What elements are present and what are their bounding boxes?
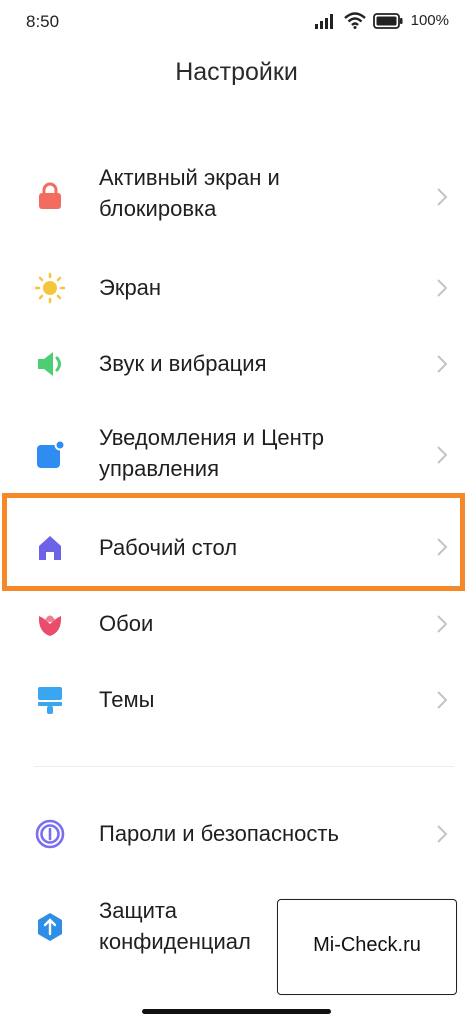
settings-item-notifications[interactable]: Уведомления и Центр управления [0,422,473,492]
settings-item-display[interactable]: Экран [0,270,473,306]
settings-item-label: Обои [99,611,154,636]
chevron-right-icon [437,446,448,464]
settings-item-label-2: блокировка [99,196,217,221]
settings-item-label-2: конфиденциал [99,929,251,954]
chevron-right-icon [437,279,448,297]
battery-percent: 100% [410,12,449,29]
chevron-right-icon [437,691,448,709]
chevron-right-icon [437,355,448,373]
settings-item-label: Защита [99,898,177,923]
settings-item-lock-screen[interactable]: Активный экран и блокировка [0,162,473,232]
settings-item-label: Пароли и безопасность [99,821,339,846]
settings-item-label: Темы [99,687,155,712]
settings-item-home-screen[interactable]: Рабочий стол [0,529,473,565]
settings-item-passwords-security[interactable]: Пароли и безопасность [0,816,473,852]
settings-item-label: Рабочий стол [99,535,238,560]
chevron-right-icon [437,825,448,843]
watermark-text: Mi-Check.ru [313,934,421,956]
notification-icon [37,439,66,468]
fingerprint-icon [35,819,65,849]
home-indicator[interactable] [142,1009,331,1014]
shield-icon [38,913,62,941]
settings-item-label: Звук и вибрация [99,351,267,376]
status-icons: 100% [314,12,449,29]
section-divider [34,766,454,767]
sun-icon [34,272,66,304]
settings-item-wallpaper[interactable]: Обои [0,606,473,642]
status-time: 8:50 [26,12,60,31]
lock-icon [39,182,61,209]
settings-item-label: Уведомления и Центр [99,425,325,450]
wifi-icon [343,12,366,29]
status-bar: 8:50 100% [0,0,473,44]
chevron-right-icon [437,615,448,633]
settings-item-themes[interactable]: Темы [0,682,473,718]
watermark-bubble: Mi-Check.ru [277,899,457,995]
settings-item-label-2: управления [99,456,219,481]
chevron-right-icon [437,188,448,206]
home-icon [39,536,61,560]
page-title: Настройки [175,58,298,86]
flower-icon [38,615,62,636]
settings-item-label: Экран [99,275,162,300]
settings-item-sound[interactable]: Звук и вибрация [0,346,473,382]
chevron-right-icon [437,538,448,556]
battery-icon [372,12,403,29]
settings-item-label: Активный экран и [99,165,280,190]
signal-icon [314,13,333,29]
brush-icon [38,687,62,714]
speaker-icon [38,352,61,376]
